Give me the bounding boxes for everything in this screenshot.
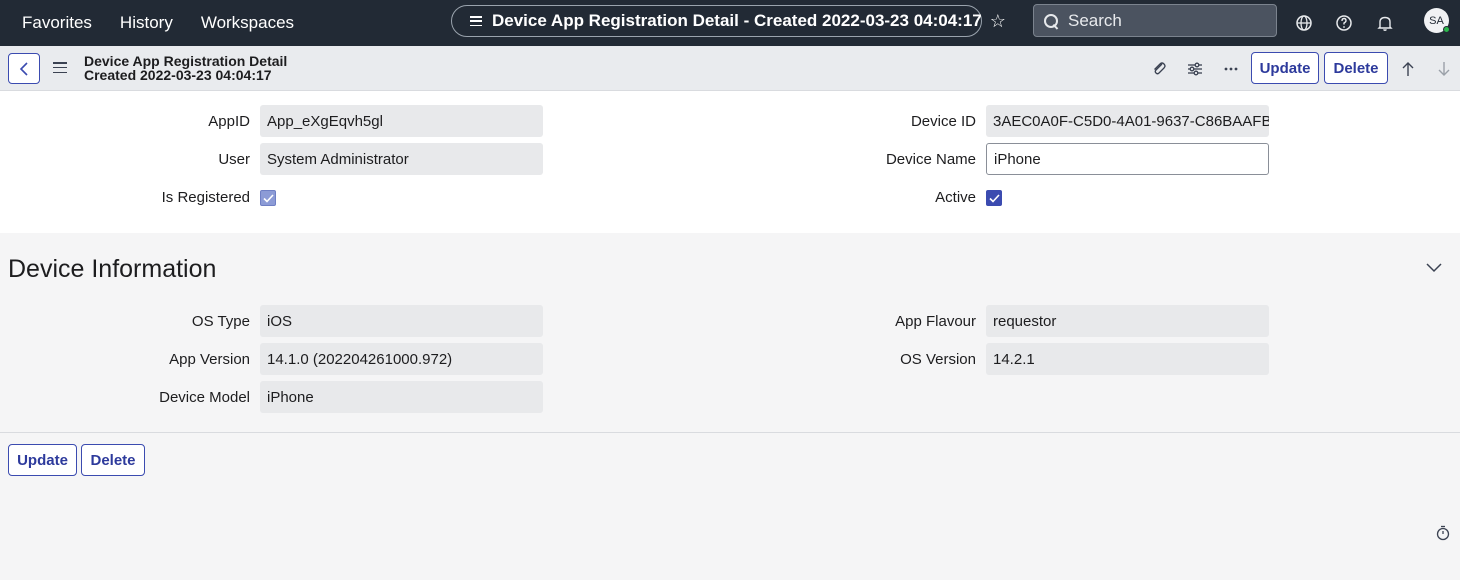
section-title: Device Information xyxy=(8,255,217,283)
form-title-line2: Created 2022-03-23 04:04:17 xyxy=(84,67,272,83)
nav-menu: Favorites History Workspaces xyxy=(22,13,322,33)
delete-button-bottom[interactable]: Delete xyxy=(81,444,145,476)
active-label: Active xyxy=(935,189,976,206)
chevron-down-icon[interactable] xyxy=(1426,263,1442,273)
star-icon[interactable]: ☆ xyxy=(990,11,1006,32)
appid-field: App_eXgEqvh5gl xyxy=(260,105,543,137)
checkmark-icon xyxy=(988,193,1000,203)
arrow-up-icon[interactable] xyxy=(1398,59,1418,79)
os-type-label: OS Type xyxy=(191,313,250,330)
update-button-top[interactable]: Update xyxy=(1251,52,1319,84)
app-flavour-label: App Flavour xyxy=(895,313,976,330)
nav-workspaces[interactable]: Workspaces xyxy=(201,13,294,33)
avatar[interactable]: SA xyxy=(1424,8,1450,33)
arrow-down-icon xyxy=(1434,59,1454,79)
chevron-left-icon xyxy=(19,61,28,76)
form-title: Device App Registration Detail Created 2… xyxy=(84,54,287,82)
search-input[interactable]: Search xyxy=(1033,4,1277,37)
form-header: Device App Registration Detail Created 2… xyxy=(0,46,1460,91)
app-flavour-field: requestor xyxy=(986,305,1269,337)
help-icon[interactable] xyxy=(1334,0,1354,46)
user-label: User xyxy=(218,151,250,168)
stopwatch-icon[interactable] xyxy=(1436,525,1450,541)
os-version-field: 14.2.1 xyxy=(986,343,1269,375)
device-name-label: Device Name xyxy=(885,151,976,168)
app-version-label: App Version xyxy=(169,351,250,368)
is-registered-checkbox xyxy=(260,190,276,206)
context-title: Device App Registration Detail - Created… xyxy=(492,11,982,30)
device-id-label: Device ID xyxy=(910,113,976,130)
device-model-field: iPhone xyxy=(260,381,543,413)
status-dot xyxy=(1443,26,1450,33)
attachment-icon[interactable] xyxy=(1149,59,1169,79)
settings-sliders-icon[interactable] xyxy=(1185,59,1205,79)
device-model-label: Device Model xyxy=(159,389,250,406)
list-icon xyxy=(470,16,482,26)
nav-favorites[interactable]: Favorites xyxy=(22,13,92,33)
context-title-pill[interactable]: Device App Registration Detail - Created… xyxy=(451,5,1006,37)
device-information-section: Device Information OS Type iOS App Versi… xyxy=(0,233,1460,433)
search-icon xyxy=(1044,13,1058,28)
os-version-label: OS Version xyxy=(900,351,976,368)
checkmark-icon xyxy=(262,193,274,203)
nav-history[interactable]: History xyxy=(120,13,173,33)
update-button-bottom[interactable]: Update xyxy=(8,444,77,476)
os-type-field: iOS xyxy=(260,305,543,337)
back-button[interactable] xyxy=(8,53,40,84)
user-field: System Administrator xyxy=(260,143,543,175)
globe-icon[interactable] xyxy=(1294,0,1314,46)
menu-icon[interactable] xyxy=(53,62,67,73)
app-version-field: 14.1.0 (202204261000.972) xyxy=(260,343,543,375)
avatar-initials: SA xyxy=(1429,14,1444,27)
bell-icon[interactable] xyxy=(1375,0,1395,46)
device-id-field: 3AEC0A0F-C5D0-4A01-9637-C86BAAFBD xyxy=(986,105,1269,137)
search-placeholder: Search xyxy=(1068,10,1122,30)
more-icon[interactable] xyxy=(1221,59,1241,79)
device-name-field[interactable]: iPhone xyxy=(986,143,1269,175)
active-checkbox[interactable] xyxy=(986,190,1002,206)
form-title-line1: Device App Registration Detail xyxy=(84,53,288,69)
is-registered-label: Is Registered xyxy=(161,189,250,206)
main-fields-section: AppID App_eXgEqvh5gl User System Adminis… xyxy=(0,91,1460,233)
delete-button-top[interactable]: Delete xyxy=(1324,52,1388,84)
bottom-actions: Update Delete xyxy=(0,434,1460,580)
appid-label: AppID xyxy=(208,113,250,130)
